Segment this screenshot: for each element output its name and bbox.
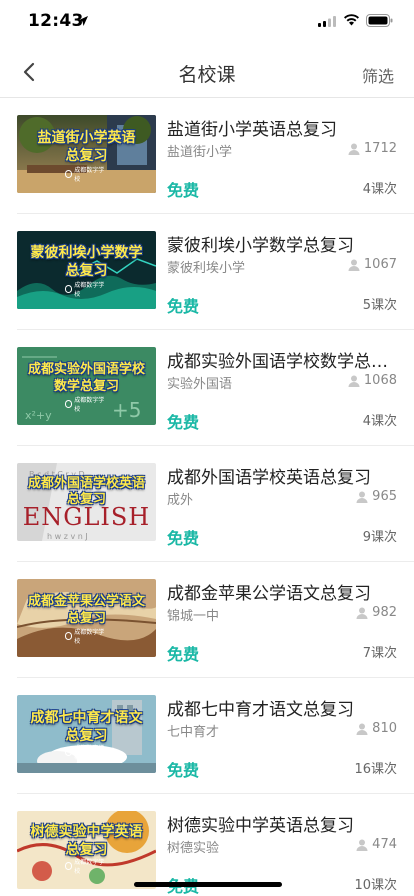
course-thumbnail: 盐道街小学英语 总复习 成都数字学校	[17, 115, 156, 193]
thumbnail-title-line-1: 蒙彼利埃小学数学	[30, 245, 143, 261]
course-lesson-count: 4课次	[362, 182, 397, 197]
course-thumbnail: 蒙彼利埃小学数学 总复习 成都数字学校	[17, 231, 156, 309]
user-icon	[348, 375, 360, 387]
course-name: 成都外国语学校英语总复习	[167, 468, 371, 488]
course-list-item[interactable]: B c d t C r y D h w z v n J 成都外国语学校英语 总复…	[17, 446, 414, 562]
view-count: 1067	[363, 257, 397, 272]
svg-text:h w z v n J: h w z v n J	[47, 532, 88, 541]
course-thumbnail: 树德实验中学英语 总复习 成都数字学校	[17, 811, 156, 889]
thumbnail-title-line-1: 成都金苹果公学语文	[27, 594, 145, 609]
thumbnail-logo: 成都数字学校	[64, 282, 109, 298]
user-icon	[348, 143, 360, 155]
course-thumbnail: +5 x²+y 成都实验外国语学校 数学总复习 成都数字学校	[17, 347, 156, 425]
thumbnail-title-line-2: 总复习	[65, 148, 108, 164]
course-list: 盐道街小学英语 总复习 成都数字学校 盐道街小学英语总复习 盐道街小学 1712…	[0, 98, 414, 896]
course-price: 免费	[167, 529, 200, 548]
signal-icon	[318, 16, 336, 27]
thumbnail-logo: 成都数字学校	[64, 859, 109, 875]
thumbnail-title-line-1: 树德实验中学英语	[30, 824, 143, 840]
thumbnail-logo: 成都数字学校	[64, 397, 109, 413]
thumbnail-title-line-2: 数学总复习	[53, 379, 119, 394]
thumbnail-title-line-2: 总复习	[65, 263, 108, 279]
status-bar: 12:43	[0, 0, 414, 44]
course-school: 盐道街小学	[167, 145, 233, 160]
thumbnail-title-line-1: 成都七中育才语文	[30, 710, 143, 726]
location-arrow-icon	[78, 16, 88, 26]
thumbnail-title-line-1: 成都实验外国语学校	[27, 362, 145, 377]
user-icon	[356, 723, 368, 735]
filter-button[interactable]: 筛选	[362, 63, 394, 87]
view-count: 810	[372, 721, 397, 736]
course-views: 1068	[348, 373, 397, 388]
course-school: 蒙彼利埃小学	[167, 261, 246, 276]
course-school: 成外	[167, 493, 194, 508]
page-title: 名校课	[178, 64, 236, 86]
course-name: 成都金苹果公学语文总复习	[167, 584, 371, 604]
course-school: 七中育才	[167, 725, 220, 740]
course-name: 蒙彼利埃小学数学总复习	[167, 236, 354, 256]
course-name: 盐道街小学英语总复习	[167, 120, 337, 140]
course-price: 免费	[167, 297, 200, 316]
course-views: 474	[356, 837, 397, 852]
status-time: 12:43	[28, 11, 84, 31]
view-count: 1068	[363, 373, 397, 388]
course-views: 982	[356, 605, 397, 620]
svg-text:+5: +5	[112, 398, 141, 422]
user-icon	[356, 839, 368, 851]
nav-bar: 名校课 筛选	[0, 44, 414, 98]
course-thumbnail: 成都七中育才语文 总复习 成都数字学校	[17, 695, 156, 773]
course-lesson-count: 10课次	[354, 878, 397, 893]
wifi-icon	[344, 14, 359, 26]
course-thumbnail: 成都金苹果公学语文 总复习 成都数字学校	[17, 579, 156, 657]
view-count: 982	[372, 605, 397, 620]
course-list-item[interactable]: +5 x²+y 成都实验外国语学校 数学总复习 成都数字学校 成都实验外国语学校…	[17, 330, 414, 446]
course-name: 成都七中育才语文总复习	[167, 700, 354, 720]
view-count: 965	[372, 489, 397, 504]
course-price: 免费	[167, 761, 200, 780]
view-count: 474	[372, 837, 397, 852]
course-views: 1067	[348, 257, 397, 272]
svg-text:x²+y: x²+y	[25, 409, 52, 422]
course-views: 965	[356, 489, 397, 504]
thumbnail-english-text: ENGLISH	[22, 503, 151, 531]
course-price: 免费	[167, 181, 200, 200]
course-name: 成都实验外国语学校数学总复习	[167, 352, 397, 372]
course-school: 锦城一中	[167, 609, 220, 624]
thumbnail-title-line-1: 盐道街小学英语	[37, 130, 136, 146]
course-lesson-count: 4课次	[362, 414, 397, 429]
course-list-item[interactable]: 蒙彼利埃小学数学 总复习 成都数字学校 蒙彼利埃小学数学总复习 蒙彼利埃小学 1…	[17, 214, 414, 330]
thumbnail-logo: 成都数字学校	[64, 745, 109, 761]
course-lesson-count: 7课次	[362, 646, 397, 661]
course-school: 树德实验	[167, 841, 220, 856]
course-list-item[interactable]: 成都七中育才语文 总复习 成都数字学校 成都七中育才语文总复习 七中育才 810…	[17, 678, 414, 794]
course-price: 免费	[167, 645, 200, 664]
course-thumbnail: B c d t C r y D h w z v n J 成都外国语学校英语 总复…	[17, 463, 156, 541]
course-lesson-count: 5课次	[362, 298, 397, 313]
course-list-item[interactable]: 盐道街小学英语 总复习 成都数字学校 盐道街小学英语总复习 盐道街小学 1712…	[17, 98, 414, 214]
thumbnail-logo: 成都数字学校	[64, 629, 109, 645]
course-school: 实验外国语	[167, 377, 233, 392]
home-indicator[interactable]	[134, 882, 282, 887]
course-views: 810	[356, 721, 397, 736]
course-views: 1712	[348, 141, 397, 156]
course-name: 树德实验中学英语总复习	[167, 816, 354, 836]
course-lesson-count: 9课次	[362, 530, 397, 545]
thumbnail-logo: 成都数字学校	[64, 167, 109, 183]
course-lesson-count: 16课次	[354, 762, 397, 777]
user-icon	[356, 607, 368, 619]
view-count: 1712	[363, 141, 397, 156]
course-list-item[interactable]: 成都金苹果公学语文 总复习 成都数字学校 成都金苹果公学语文总复习 锦城一中 9…	[17, 562, 414, 678]
battery-icon	[366, 14, 393, 27]
user-icon	[356, 491, 368, 503]
thumbnail-title-line-2: 总复习	[66, 611, 106, 626]
course-price: 免费	[167, 413, 200, 432]
course-list-item[interactable]: 树德实验中学英语 总复习 成都数字学校 树德实验中学英语总复习 树德实验 474…	[17, 794, 414, 896]
user-icon	[348, 259, 360, 271]
